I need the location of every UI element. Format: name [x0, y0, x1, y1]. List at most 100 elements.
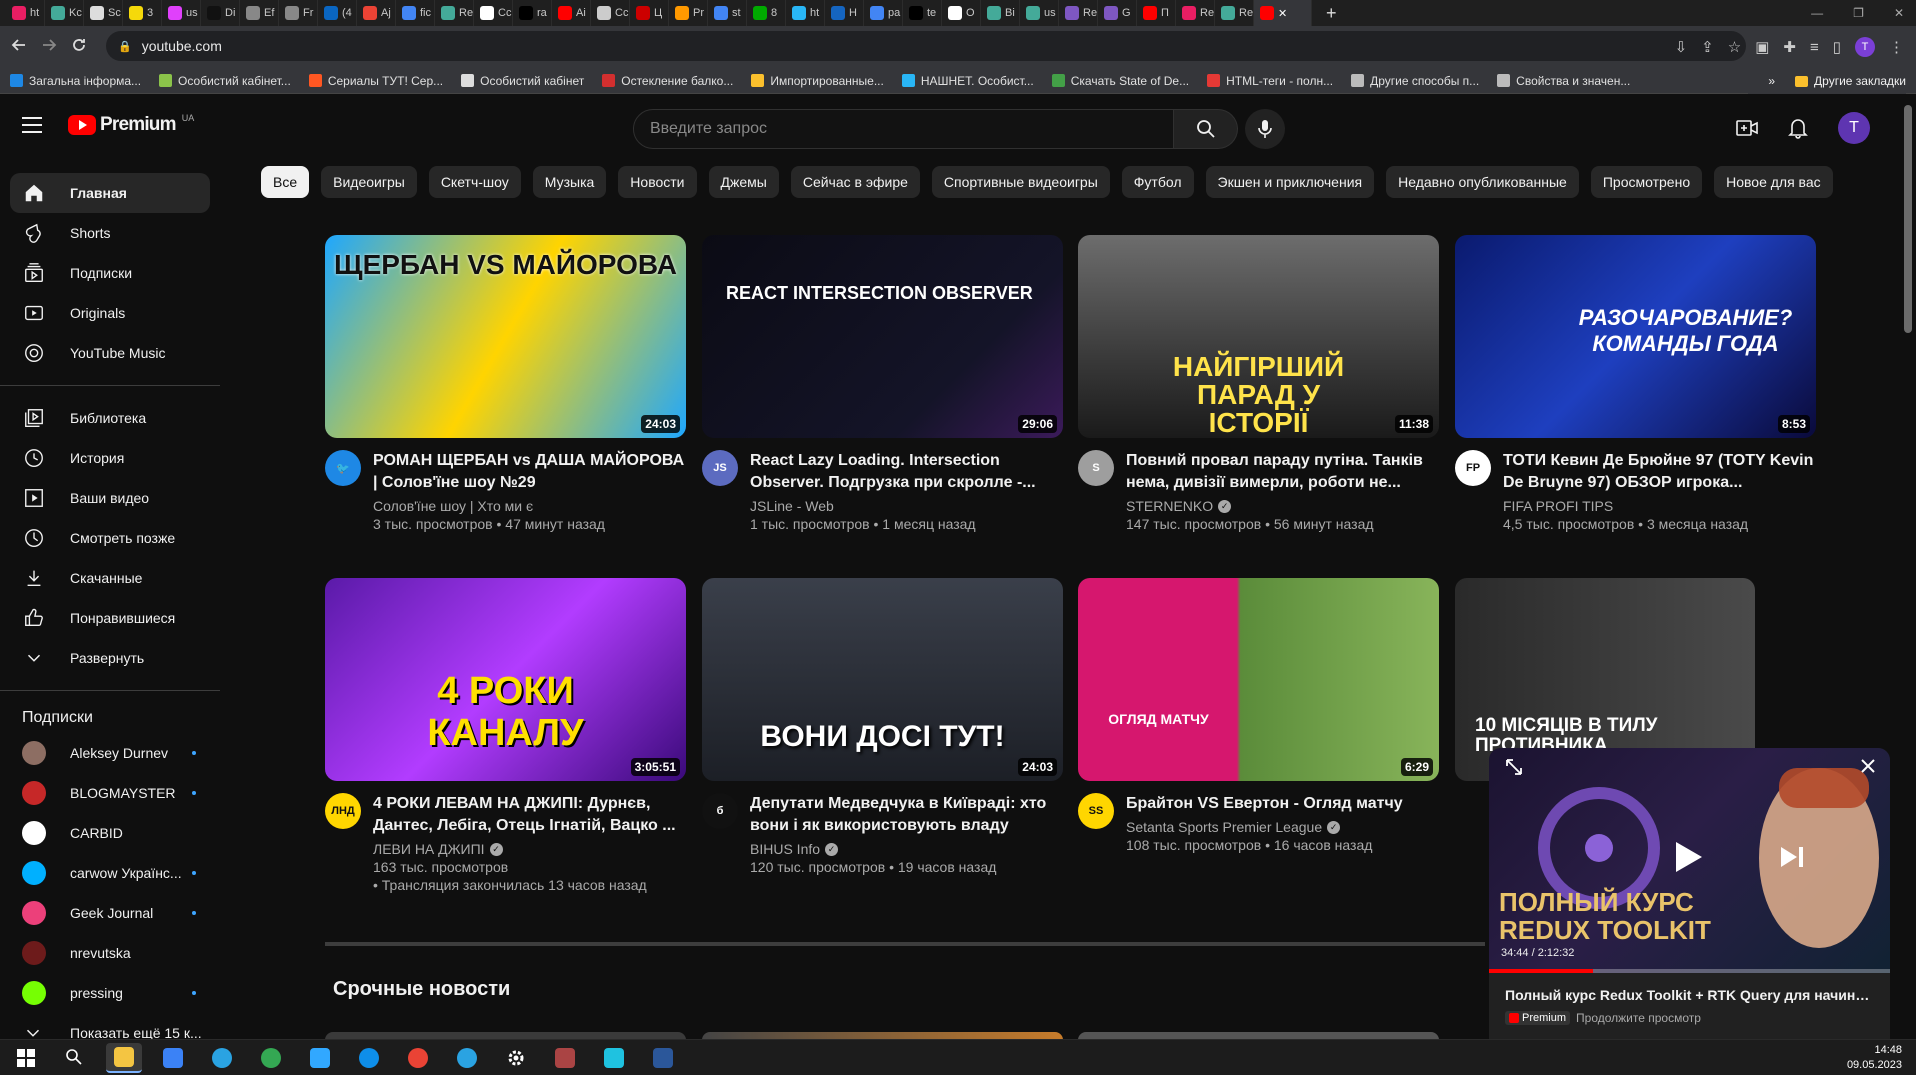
video-title[interactable]: Депутати Медведчука в Київраді: хто вони…: [750, 793, 1063, 837]
video-card[interactable]: REACT INTERSECTION OBSERVER 29:06 JS React …: [702, 235, 1063, 532]
subscription-item[interactable]: Aleksey Durnev: [10, 733, 210, 773]
video-card[interactable]: НАЙГІРШИЙ ПАРАД У ІСТОРІЇ 11:38 S Повний пр…: [1078, 235, 1439, 532]
start-icon[interactable]: [8, 1043, 44, 1073]
play-icon[interactable]: [1674, 840, 1704, 879]
chrome-icon-2[interactable]: [400, 1043, 436, 1073]
chrome-icon[interactable]: [253, 1043, 289, 1073]
channel-avatar[interactable]: ЛНД: [325, 793, 361, 829]
reload-button[interactable]: [64, 37, 94, 58]
taskbar-clock[interactable]: 14:48 09.05.2023: [1847, 1043, 1902, 1073]
photoshop-icon[interactable]: [302, 1043, 338, 1073]
voice-search-button[interactable]: [1245, 109, 1285, 149]
menu-icon[interactable]: [22, 117, 42, 133]
browser-tab[interactable]: Sc: [84, 0, 123, 26]
edge-icon[interactable]: [351, 1043, 387, 1073]
close-icon[interactable]: [1860, 758, 1876, 779]
browser-profile-avatar[interactable]: T: [1855, 37, 1875, 57]
browser-tab[interactable]: fic: [396, 0, 435, 26]
install-icon[interactable]: ⇩: [1675, 38, 1688, 56]
video-card[interactable]: ОГЛЯД МАТЧУ 6:29 SS Брайтон VS Евертон - Ог…: [1078, 578, 1439, 853]
channel-avatar[interactable]: SS: [1078, 793, 1114, 829]
channel-name[interactable]: FIFA PROFI TIPS: [1503, 498, 1613, 514]
miniplayer-progress[interactable]: [1489, 969, 1890, 973]
bookmark-item[interactable]: Импортированные...: [751, 74, 884, 88]
search-input[interactable]: Введите запрос: [633, 109, 1174, 149]
subscription-item[interactable]: Geek Journal: [10, 893, 210, 933]
miniplayer[interactable]: ПОЛНЫЙ КУРС REDUX TOOLKIT 34:44 / 2:12:3…: [1489, 748, 1890, 1039]
word-icon[interactable]: [645, 1043, 681, 1073]
video-title[interactable]: Брайтон VS Евертон - Огляд матчу: [1126, 793, 1439, 815]
notifications-bell-icon[interactable]: [1788, 117, 1808, 139]
channel-avatar[interactable]: S: [1078, 450, 1114, 486]
browser-tab[interactable]: 8: [747, 0, 786, 26]
bookmark-item[interactable]: Сериалы ТУТ! Сер...: [308, 74, 443, 88]
filter-chip[interactable]: Все: [261, 166, 310, 198]
create-video-icon[interactable]: [1736, 119, 1758, 137]
filter-chip[interactable]: Спортивные видеоигры: [931, 166, 1110, 198]
search-button[interactable]: [1174, 109, 1238, 149]
video-title[interactable]: Повний провал параду путіна. Танків нема…: [1126, 450, 1439, 494]
sidebar-item-shorts[interactable]: Shorts: [10, 213, 210, 253]
miniplayer-video[interactable]: ПОЛНЫЙ КУРС REDUX TOOLKIT 34:44 / 2:12:3…: [1489, 748, 1890, 973]
bookmark-item[interactable]: Свойства и значен...: [1497, 74, 1630, 88]
bookmarks-overflow-button[interactable]: »: [1768, 74, 1775, 88]
share-icon[interactable]: ⇪: [1701, 38, 1714, 56]
bookmark-item[interactable]: Особистий кабінет...: [159, 74, 291, 88]
video-thumbnail[interactable]: ЩЕРБАН VS МАЙОРОВА 24:03: [325, 235, 686, 438]
browser-tab[interactable]: Ef: [240, 0, 279, 26]
browser-tab[interactable]: ht: [6, 0, 45, 26]
browser-tab[interactable]: te: [903, 0, 942, 26]
store-icon[interactable]: [155, 1043, 191, 1073]
back-button[interactable]: [4, 37, 34, 58]
youtube-logo[interactable]: Premium UA: [68, 113, 194, 136]
puzzle-icon[interactable]: ✚: [1783, 38, 1796, 56]
browser-tab[interactable]: Re: [1059, 0, 1098, 26]
url-bar[interactable]: 🔒 youtube.com: [106, 31, 1746, 61]
browser-tab[interactable]: ra: [513, 0, 552, 26]
video-card[interactable]: РАЗОЧАРОВАНИЕ? КОМАНДЫ ГОДА 8:53 FP ТОТИ Ке…: [1455, 235, 1816, 532]
channel-avatar[interactable]: 🐦: [325, 450, 361, 486]
channel-avatar[interactable]: FP: [1455, 450, 1491, 486]
winrar-icon[interactable]: [547, 1043, 583, 1073]
video-title[interactable]: 4 РОКИ ЛЕВАМ НА ДЖИПІ: Дурнєв, Дантес, Л…: [373, 793, 686, 837]
reading-list-icon[interactable]: ≡: [1810, 39, 1819, 56]
bookmark-item[interactable]: Остекление балко...: [602, 74, 733, 88]
bookmark-item[interactable]: НАШНЕТ. Особист...: [901, 74, 1034, 88]
webstorm-icon[interactable]: [596, 1043, 632, 1073]
sidepanel-icon[interactable]: ▯: [1833, 38, 1841, 56]
expand-icon[interactable]: [1505, 758, 1523, 781]
video-card[interactable]: ЩЕРБАН VS МАЙОРОВА 24:03 🐦 РОМАН ЩЕРБАН vs …: [325, 235, 686, 532]
browser-tab[interactable]: П: [1137, 0, 1176, 26]
browser-tab[interactable]: ht: [786, 0, 825, 26]
channel-name[interactable]: BIHUS Info: [750, 841, 820, 857]
sidebar-item-home[interactable]: Главная: [10, 173, 210, 213]
browser-tab[interactable]: Re: [1215, 0, 1254, 26]
channel-avatar[interactable]: JS: [702, 450, 738, 486]
minimize-button[interactable]: —: [1811, 6, 1823, 20]
browser-tab[interactable]: H: [825, 0, 864, 26]
settings-icon[interactable]: [498, 1043, 534, 1073]
bookmark-star-icon[interactable]: ☆: [1728, 38, 1741, 56]
sidebar-item-library[interactable]: Библиотека: [10, 398, 210, 438]
bookmark-item[interactable]: Загальна інформа...: [10, 74, 141, 88]
browser-tab-active[interactable]: ✕: [1254, 0, 1312, 26]
filter-chip[interactable]: Сейчас в эфире: [790, 166, 920, 198]
channel-name[interactable]: Солов'їне шоу | Хто ми є: [373, 498, 533, 514]
bookmark-item[interactable]: Скачать State of De...: [1051, 74, 1189, 88]
video-thumbnail[interactable]: ВОНИ ДОСІ ТУТ! 24:03: [702, 578, 1063, 781]
browser-tab[interactable]: Fr: [279, 0, 318, 26]
video-thumbnail[interactable]: НАЙГІРШИЙ ПАРАД У ІСТОРІЇ 11:38: [1078, 235, 1439, 438]
telegram-icon-2[interactable]: [449, 1043, 485, 1073]
sidebar-item-music[interactable]: YouTube Music: [10, 333, 210, 373]
browser-tab[interactable]: Bi: [981, 0, 1020, 26]
filter-chip[interactable]: Новости: [618, 166, 697, 198]
filter-chip[interactable]: Экшен и приключения: [1205, 166, 1375, 198]
bookmark-item[interactable]: Особистий кабінет: [461, 74, 584, 88]
video-thumbnail[interactable]: РАЗОЧАРОВАНИЕ? КОМАНДЫ ГОДА 8:53: [1455, 235, 1816, 438]
channel-name[interactable]: ЛЕВИ НА ДЖИПІ: [373, 841, 485, 857]
browser-menu-icon[interactable]: ⋮: [1889, 38, 1904, 56]
filter-chip[interactable]: Футбол: [1121, 166, 1194, 198]
extension-icon[interactable]: ▣: [1755, 38, 1769, 56]
channel-name[interactable]: Setanta Sports Premier League: [1126, 819, 1322, 835]
browser-tab[interactable]: pa: [864, 0, 903, 26]
